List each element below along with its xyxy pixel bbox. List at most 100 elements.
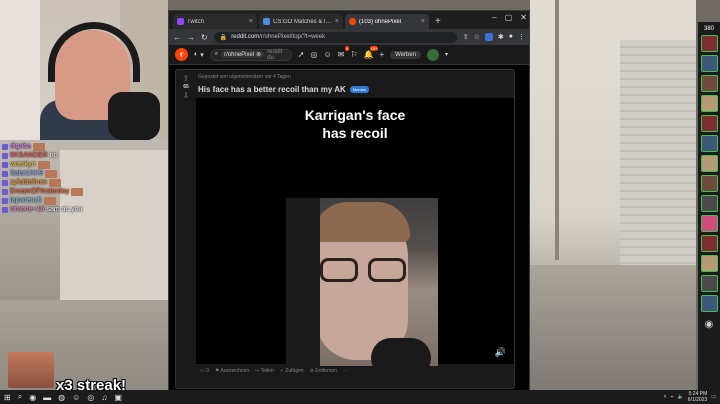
discord-icon[interactable]: ☺ — [72, 393, 80, 402]
post-flair[interactable]: Memes — [349, 86, 369, 93]
obs-icon[interactable]: ◎ — [87, 393, 94, 402]
tab-twitch[interactable]: Twitch × — [173, 14, 257, 29]
avatar[interactable] — [700, 135, 718, 152]
upvote-icon[interactable]: ⇧ — [183, 74, 190, 83]
share-icon[interactable]: ⇪ — [463, 33, 469, 41]
avatar[interactable] — [700, 275, 718, 292]
share-button[interactable]: ↪ Teilen — [255, 368, 274, 374]
folder-icon[interactable]: ▬ — [43, 393, 51, 402]
steam-icon[interactable]: ◍ — [58, 393, 65, 402]
close-icon[interactable]: × — [335, 18, 339, 25]
feed: ⇧ 65 ⇩ Gepostet von u/gemmimidzer vor 4 … — [169, 65, 529, 400]
clock[interactable]: 5:24 PM 6/1/2023 — [688, 391, 707, 403]
tab-hltv[interactable]: CS:GO Matches & livescore | H × — [259, 14, 343, 29]
post-card[interactable]: ⇧ 65 ⇩ Gepostet von u/gemmimidzer vor 4 … — [175, 69, 515, 389]
post-title-row[interactable]: His face has a better recoil than my AK … — [198, 85, 369, 94]
hltv-icon — [263, 18, 270, 25]
award-button[interactable]: ⚑ Auszeichnen — [215, 368, 249, 374]
avatar[interactable] — [700, 215, 718, 232]
reload-icon[interactable]: ↻ — [201, 33, 208, 42]
advertise-button[interactable]: Werben — [390, 50, 422, 59]
chat-message: 0KSANDER no — [2, 151, 112, 160]
downvote-icon[interactable]: ⇩ — [183, 91, 190, 100]
avatar[interactable] — [700, 195, 718, 212]
chevron-up-icon[interactable]: ˄ — [664, 394, 667, 400]
maximize-icon[interactable]: ▢ — [505, 13, 513, 22]
csgo-icon[interactable]: ▣ — [114, 393, 122, 402]
broadcast-icon: ◉ — [704, 319, 714, 330]
more-icon[interactable]: ⋯ — [343, 368, 348, 374]
avatar[interactable] — [700, 75, 718, 92]
spotify-icon[interactable]: ♫ — [101, 393, 107, 402]
search-icon: ⌕ — [214, 51, 219, 57]
windows-start-icon[interactable]: ⊞ — [4, 393, 11, 402]
avatar[interactable] — [700, 255, 718, 272]
popular-icon[interactable]: ➚ — [298, 50, 305, 59]
search-community-chip[interactable]: r/ohnePixel ⊗ — [221, 51, 265, 58]
profile-icon[interactable]: ● — [509, 33, 513, 41]
window-controls: – ▢ ✕ — [492, 13, 527, 22]
reddit-icon — [349, 18, 356, 25]
avatar[interactable] — [700, 295, 718, 312]
chat-message: Salat1KK9 — [2, 169, 112, 178]
volume-icon[interactable]: 🔊 — [495, 347, 506, 358]
notifications-icon[interactable]: ▭ — [711, 394, 716, 400]
url-input[interactable]: 🔒 reddit.com/r/ohnePixel/top/?t=week — [213, 31, 457, 43]
close-window-icon[interactable]: ✕ — [520, 13, 527, 22]
chrome-icon[interactable]: ◉ — [29, 393, 36, 402]
avatar[interactable] — [700, 35, 718, 52]
viewer-avatar-strip: 380 ◉ — [698, 22, 720, 390]
reddit-logo[interactable]: r — [175, 48, 188, 61]
tab-reddit[interactable]: (103) ohnePixel × — [345, 14, 429, 29]
chat-message: wreckyn — [2, 160, 112, 169]
chevron-down-icon[interactable]: ▾ — [445, 51, 448, 58]
save-button[interactable]: ✓ Zufügen — [280, 368, 304, 374]
puzzle-icon[interactable]: ✱ — [498, 33, 504, 41]
chat-badge-icon — [2, 161, 8, 168]
new-tab-button[interactable]: + — [431, 14, 445, 29]
star-icon[interactable]: ☆ — [474, 33, 480, 41]
avatar[interactable] — [700, 55, 718, 72]
close-icon[interactable]: × — [249, 18, 253, 25]
chat-message: DreamOfYesterday — [2, 187, 112, 196]
avatar[interactable] — [700, 155, 718, 172]
extension-icon[interactable] — [484, 33, 493, 41]
search-icon[interactable]: ⌕ — [18, 392, 22, 402]
menu-icon[interactable]: ⋮ — [518, 33, 525, 41]
comments-button[interactable]: ▭ 0 — [200, 368, 209, 374]
moderation-icon[interactable]: ⚐ — [350, 50, 357, 59]
back-icon[interactable]: ← — [173, 33, 181, 42]
network-icon[interactable]: ⌁ — [671, 394, 674, 400]
emote-icon — [45, 169, 58, 178]
viewer-count: 380 — [703, 26, 714, 32]
game-shutter-door — [620, 40, 696, 270]
microphone-icon — [371, 338, 431, 366]
chat-badge-icon — [2, 170, 8, 177]
avatar[interactable] — [700, 95, 718, 112]
streak-emote-icon — [8, 352, 54, 388]
chat-icon[interactable]: ✉ 9 — [338, 46, 350, 59]
avatar[interactable] — [700, 235, 718, 252]
video-frame — [286, 198, 438, 366]
post-video[interactable]: Karrigan's face has recoil 🔊 — [196, 98, 514, 366]
lock-icon: 🔒 — [219, 34, 228, 41]
search-input[interactable]: ⌕ r/ohnePixel ⊗ reddit du — [209, 48, 292, 61]
close-icon[interactable]: × — [421, 18, 425, 25]
notifications-icon[interactable]: 🔔 10+ — [363, 46, 379, 59]
user-avatar[interactable] — [427, 48, 440, 61]
coins-icon[interactable]: ◎ — [310, 50, 317, 59]
avatar-icon[interactable]: ☺ — [323, 50, 331, 59]
create-post-icon[interactable]: + — [379, 50, 384, 59]
glasses-icon — [320, 258, 406, 284]
close-icon[interactable]: ⊗ — [256, 51, 261, 58]
avatar[interactable] — [700, 175, 718, 192]
game-background-right — [530, 0, 696, 390]
forward-icon[interactable]: → — [187, 33, 195, 42]
community-dropdown[interactable]: ◐ ▾ — [194, 51, 204, 59]
minimize-icon[interactable]: – — [492, 13, 496, 22]
hide-button[interactable]: ⊘ Entfernen — [310, 368, 337, 374]
volume-icon[interactable]: 🔈 — [678, 394, 684, 400]
avatar[interactable] — [700, 115, 718, 132]
stream-chat: digaba 0KSANDER no wreckyn Salat1KK9 zyfu… — [2, 142, 112, 214]
header-icons: ➚ ◎ ☺ ✉ 9 ⚐ 🔔 10+ + — [298, 46, 384, 59]
